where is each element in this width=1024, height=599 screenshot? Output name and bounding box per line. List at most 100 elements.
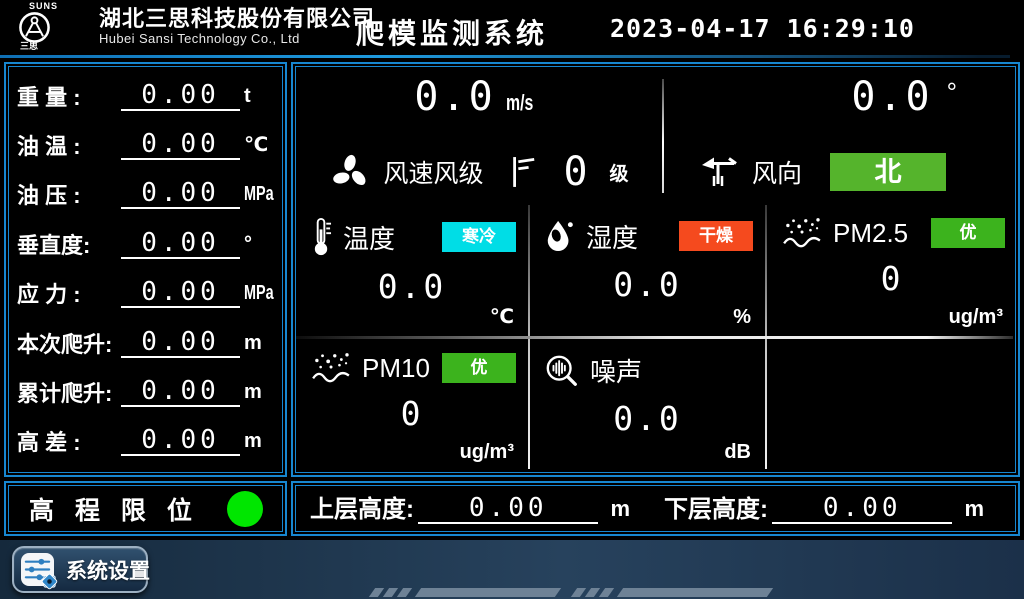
metric-label: 重 量 :	[17, 85, 117, 111]
datetime: 2023-04-17 16:29:10	[610, 14, 915, 43]
divider	[296, 336, 1013, 339]
metric-value: 0.00	[121, 81, 240, 111]
logo-bottom-text: 三思	[20, 42, 98, 51]
metric-value: 0.00	[121, 229, 240, 259]
footer-bar: 系统设置	[0, 540, 1024, 599]
wind-direction-label: 风向	[752, 154, 802, 190]
humidity-droplet-icon	[544, 217, 576, 255]
gear-icon	[40, 572, 59, 591]
system-settings-button[interactable]: 系统设置	[12, 546, 148, 593]
metric-weight: 重 量 : 0.00 t	[17, 81, 276, 111]
metric-label: 累计爬升:	[17, 381, 117, 407]
lower-layer-value: 0.00	[772, 494, 952, 524]
metric-label: 高 差 :	[17, 430, 117, 456]
weather-grid: 温度 寒冷 0.0 ℃ 湿度 干燥 0.0 %	[296, 205, 1015, 472]
elevation-limit-box: 高 程 限 位	[4, 481, 287, 536]
wind-speed-cell: 0.0 m/s 风速风级	[296, 67, 662, 205]
metric-value: 0.00	[121, 278, 240, 308]
upper-layer-height: 上层高度: 0.00 m	[310, 494, 630, 524]
settings-sliders-icon	[21, 552, 57, 588]
pm10-label: PM10	[362, 353, 430, 384]
upper-layer-unit: m	[610, 496, 630, 524]
lower-layer-height: 下层高度: 0.00 m	[664, 494, 984, 524]
metric-value: 0.00	[121, 426, 240, 456]
temperature-unit: ℃	[490, 304, 514, 329]
humidity-value: 0.0	[530, 265, 765, 304]
wind-speed-value: 0.0	[414, 75, 495, 119]
pm10-status-badge: 优	[442, 353, 516, 383]
logo-top-text: SUNS	[29, 1, 98, 11]
metric-unit: m	[244, 429, 276, 456]
company-name-cn: 湖北三思科技股份有限公司	[99, 6, 375, 31]
temperature-label: 温度	[343, 219, 395, 256]
header: SUNS 三思 湖北三思科技股份有限公司 Hubei Sansi Technol…	[0, 0, 1024, 55]
noise-label: 噪声	[590, 352, 642, 389]
temperature-cell: 温度 寒冷 0.0 ℃	[296, 205, 528, 333]
wind-vane-icon	[700, 154, 740, 190]
metrics-panel-inner: 重 量 : 0.00 t 油 温 : 0.00 ℃ 油 压 : 0.00 MPa…	[8, 66, 283, 473]
environment-panel-inner: 0.0 m/s 风速风级	[295, 66, 1016, 473]
metrics-panel: 重 量 : 0.00 t 油 温 : 0.00 ℃ 油 压 : 0.00 MPa…	[4, 62, 287, 477]
pm25-status-badge: 优	[931, 218, 1005, 248]
upper-layer-label: 上层高度:	[310, 496, 414, 524]
elevation-limit-indicator	[227, 491, 263, 527]
noise-value: 0.0	[530, 399, 765, 438]
temperature-value: 0.0	[296, 267, 528, 306]
upper-layer-value: 0.00	[418, 494, 598, 524]
elevation-limit-label: 高 程 限 位	[29, 491, 199, 527]
wind-level-unit: 级	[610, 159, 629, 186]
wind-direction-value: 0.0	[851, 75, 932, 119]
metric-value: 0.00	[121, 377, 240, 407]
wind-level-flag-icon	[509, 154, 537, 190]
wind-speed-label: 风速风级	[383, 154, 483, 190]
empty-cell	[767, 340, 1017, 468]
wind-speed-unit: m/s	[506, 90, 533, 116]
lower-layer-label: 下层高度:	[664, 496, 768, 524]
metric-unit: °	[244, 232, 276, 259]
metric-verticality: 垂直度: 0.00 °	[17, 229, 276, 259]
pm25-value: 0	[767, 259, 1017, 298]
metric-total-climb: 累计爬升: 0.00 m	[17, 377, 276, 407]
wind-row: 0.0 m/s 风速风级	[296, 67, 1015, 205]
pm25-label: PM2.5	[833, 218, 908, 249]
pm10-cell: PM10 优 0 ug/m³	[296, 340, 528, 468]
humidity-unit: %	[733, 306, 751, 329]
wind-direction-badge: 北	[830, 153, 946, 191]
metric-unit: m	[244, 380, 276, 407]
lower-layer-unit: m	[964, 496, 984, 524]
pm25-dust-icon	[781, 217, 823, 249]
metric-unit: ℃	[244, 133, 276, 160]
humidity-cell: 湿度 干燥 0.0 %	[530, 205, 765, 333]
metric-current-climb: 本次爬升: 0.00 m	[17, 328, 276, 358]
metric-label: 本次爬升:	[17, 332, 117, 358]
metric-value: 0.00	[121, 179, 240, 209]
company-name: 湖北三思科技股份有限公司 Hubei Sansi Technology Co.,…	[99, 6, 375, 47]
metric-label: 油 压 :	[17, 183, 117, 209]
metric-unit: t	[244, 84, 276, 111]
metric-unit: MPa	[244, 182, 267, 209]
wind-direction-unit: °	[947, 77, 957, 107]
noise-cell: 噪声 0.0 dB	[530, 340, 765, 468]
humidity-label: 湿度	[586, 218, 638, 255]
metric-label: 垂直度:	[17, 233, 117, 259]
company-logo: SUNS 三思	[14, 1, 98, 51]
layer-heights-box: 上层高度: 0.00 m 下层高度: 0.00 m	[291, 481, 1020, 536]
wind-direction-cell: 0.0 ° 风向 北	[664, 67, 1015, 205]
environment-panel: 0.0 m/s 风速风级	[291, 62, 1020, 477]
metric-oil-pressure: 油 压 : 0.00 MPa	[17, 179, 276, 209]
footer-stripes	[372, 588, 770, 597]
header-divider	[0, 55, 1010, 58]
pm25-unit: ug/m³	[949, 306, 1003, 329]
noise-unit: dB	[724, 441, 751, 464]
company-name-en: Hubei Sansi Technology Co., Ltd	[99, 31, 375, 47]
fan-icon	[329, 151, 371, 193]
settings-button-label: 系统设置	[66, 555, 150, 585]
metric-stress: 应 力 : 0.00 MPa	[17, 278, 276, 308]
pm25-cell: PM2.5 优 0 ug/m³	[767, 205, 1017, 333]
pm10-dust-icon	[310, 352, 352, 384]
humidity-status-badge: 干燥	[679, 221, 753, 251]
metric-value: 0.00	[121, 328, 240, 358]
page-title: 爬模监测系统	[356, 12, 548, 52]
pm10-value: 0	[296, 394, 528, 433]
temperature-status-badge: 寒冷	[442, 222, 516, 252]
